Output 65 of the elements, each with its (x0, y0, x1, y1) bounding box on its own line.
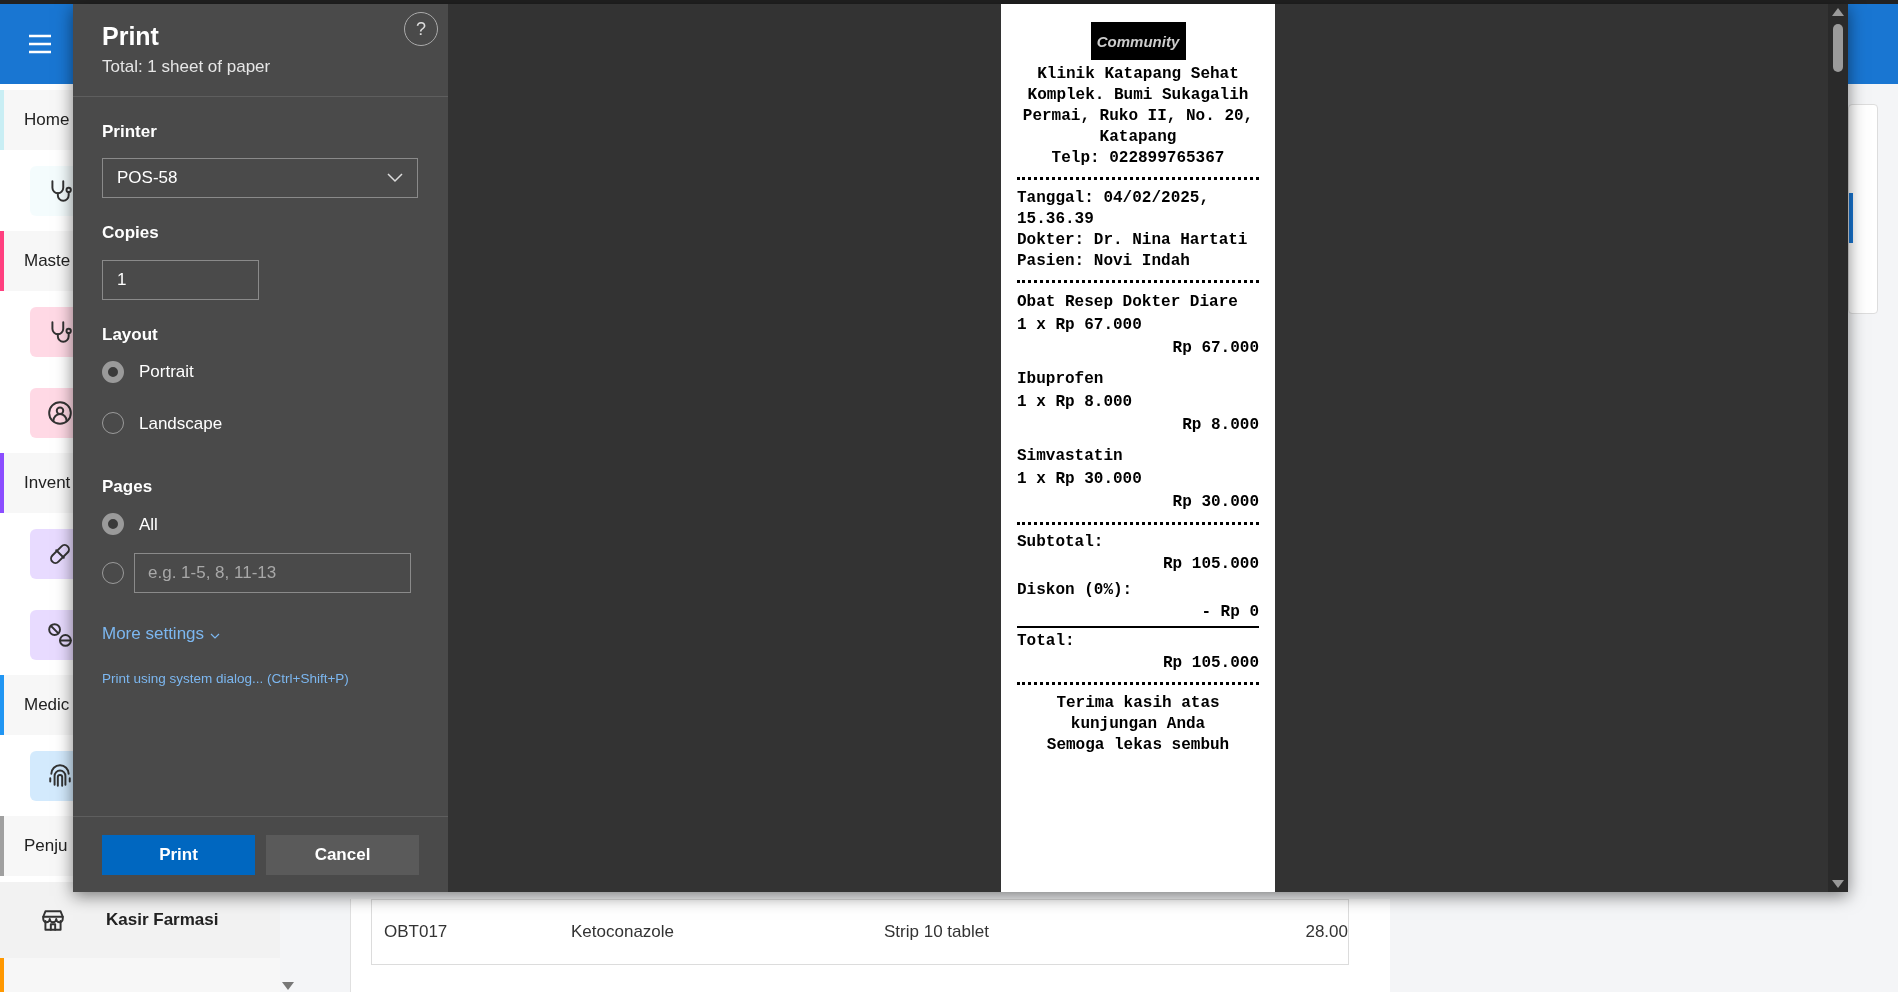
radio-button[interactable] (102, 513, 124, 536)
chevron-down-icon (210, 632, 221, 639)
button-edge (1849, 193, 1853, 243)
table-row[interactable]: OBT017 Ketoconazole Strip 10 tablet 28.00 (371, 899, 1349, 965)
footer-message: Terima kasih atas kunjungan Anda (1055, 693, 1221, 735)
menu-icon[interactable] (27, 33, 53, 55)
total-value: - Rp 0 (1201, 602, 1259, 623)
total-label: Subtotal: (1017, 532, 1105, 553)
printer-select[interactable]: POS-58 (102, 158, 418, 198)
scrollbar-thumb[interactable] (1833, 24, 1843, 72)
page-range-input[interactable]: e.g. 1-5, 8, 11-13 (134, 553, 411, 593)
chevron-down-icon (387, 173, 403, 183)
sidebar-section-title[interactable]: Home (24, 107, 70, 133)
scroll-down-arrow-icon[interactable] (1832, 880, 1844, 888)
field-label: Layout (102, 323, 159, 346)
receipt-info: Dokter: Dr. Nina Hartati (1017, 230, 1249, 251)
clinic-address: Komplek. Bumi Sukagalih Permai, Ruko II, No. 20, Katapang (1021, 85, 1255, 148)
sidebar-item[interactable]: Kasir Farmasi (0, 882, 280, 958)
field-label: Pages (102, 476, 154, 498)
sidebar-section-title[interactable]: Medic (24, 692, 70, 718)
clinic-name: Klinik Katapang Sehat (1036, 64, 1240, 85)
clinic-phone: Telp: 022899765367 (1050, 148, 1226, 169)
cancel-button[interactable]: Cancel (266, 834, 419, 875)
scroll-up-arrow-icon[interactable] (1832, 8, 1844, 16)
sidebar-section-title[interactable]: Invent (24, 470, 71, 496)
receipt-info: Pasien: Novi Indah (1017, 251, 1191, 272)
item-amount: Rp 67.000 (1172, 338, 1259, 359)
system-dialog-link[interactable]: Print using system dialog... (Ctrl+Shift+P) (102, 668, 419, 689)
sheet-count: Total: 1 sheet of paper (102, 56, 272, 78)
item-quantity-price: 1 x Rp 67.000 (1017, 315, 1143, 336)
total-label: Total: (1017, 631, 1076, 652)
fingerprint-icon (47, 762, 73, 789)
footer-message: Semoga lekas sembuh (1045, 735, 1231, 756)
item-amount: Rp 30.000 (1172, 492, 1259, 513)
table-cell-text: Strip 10 tablet (884, 921, 990, 944)
store-icon (40, 907, 66, 933)
copies-input[interactable]: 1 (102, 259, 259, 300)
scroll-down-arrow-icon[interactable] (282, 982, 294, 990)
receipt-info: Tanggal: 04/02/2025, 15.36.39 (1017, 188, 1211, 230)
print-button[interactable]: Print (102, 834, 255, 875)
item-quantity-price: 1 x Rp 8.000 (1017, 392, 1134, 413)
radio-label[interactable]: All (139, 511, 158, 537)
item-name: Ibuprofen (1017, 369, 1105, 390)
radio-label[interactable]: Portrait (139, 359, 194, 385)
more-settings-link[interactable]: More settings (102, 621, 205, 647)
total-value: Rp 105.000 (1163, 554, 1259, 575)
item-quantity-price: 1 x Rp 30.000 (1017, 469, 1143, 490)
total-value: Rp 105.000 (1163, 653, 1259, 674)
item-name: Simvastatin (1017, 446, 1124, 467)
radio-button[interactable] (102, 360, 124, 383)
table-cell-text: 28.00 (1304, 921, 1348, 944)
field-label: Copies (102, 222, 160, 244)
logo: Community (1090, 22, 1186, 60)
item-amount: Rp 8.000 (1182, 415, 1259, 436)
item-name: Obat Resep Dokter Diare (1017, 292, 1239, 313)
sidebar-section-title[interactable]: Penju (24, 833, 68, 859)
user-circle-icon (47, 399, 73, 426)
dialog-title: Print (102, 21, 160, 52)
total-label: Diskon (0%): (1017, 580, 1134, 601)
table-cell-text: OBT017 (384, 921, 449, 944)
sidebar-section-title[interactable]: Maste (24, 248, 71, 274)
table-cell-text: Ketoconazole (571, 921, 676, 944)
pills-icon (47, 621, 73, 648)
field-label: Printer (102, 120, 158, 143)
radio-label[interactable]: Landscape (139, 410, 223, 436)
